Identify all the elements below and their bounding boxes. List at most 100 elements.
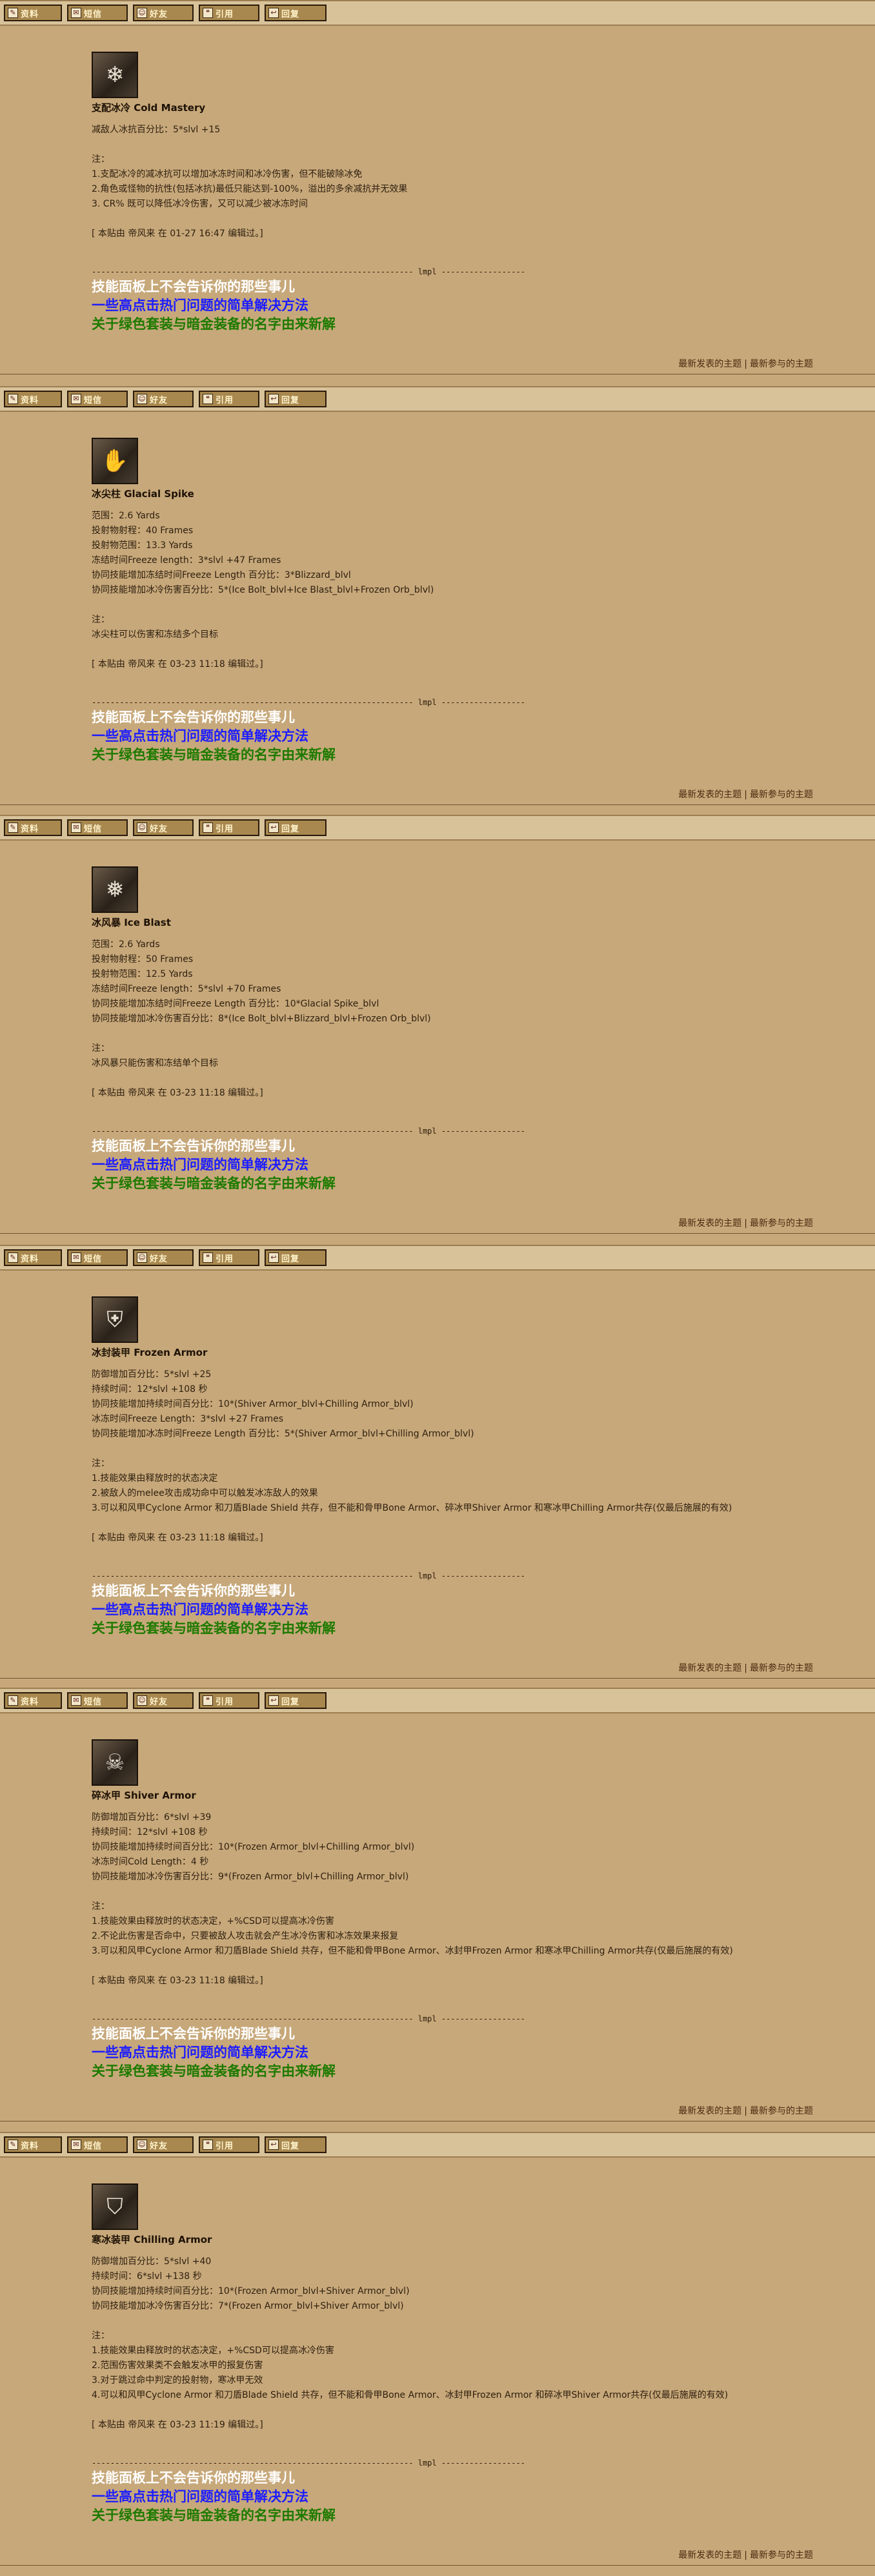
reference-button[interactable]: ❝ 引用 <box>199 1249 259 1266</box>
post-toolbar: ✎ 资料 ✉ 短信 ☺ 好友 ❝ 引用 ↩ 回复 <box>0 386 875 412</box>
reply-button[interactable]: ↩ 回复 <box>265 391 327 407</box>
signature-link[interactable]: 一些高点击热门问题的简单解决方法 <box>92 727 308 745</box>
message-button[interactable]: ✉ 短信 <box>67 391 128 407</box>
signature-link[interactable]: 技能面板上不会告诉你的那些事儿 <box>92 2025 295 2043</box>
friend-button[interactable]: ☺ 好友 <box>133 5 194 21</box>
reply-button[interactable]: ↩ 回复 <box>265 2136 327 2153</box>
signature-link[interactable]: 一些高点击热门问题的简单解决方法 <box>92 1156 308 1174</box>
signature-link[interactable]: 技能面板上不会告诉你的那些事儿 <box>92 1137 295 1155</box>
reply-icon: ↩ <box>268 394 279 404</box>
button-label: 资料 <box>21 1697 39 1707</box>
message-button[interactable]: ✉ 短信 <box>67 1249 128 1266</box>
reference-icon: ❝ <box>203 1695 213 1706</box>
latest-replies-link[interactable]: 最新参与的主题 <box>750 1663 813 1673</box>
latest-replies-link[interactable]: 最新参与的主题 <box>750 790 813 800</box>
quote-button[interactable]: ✎ 资料 <box>4 391 62 407</box>
signature-link[interactable]: 一些高点击热门问题的简单解决方法 <box>92 2488 308 2506</box>
description-line: 投射物范围：12.5 Yards <box>92 969 193 979</box>
button-label: 回复 <box>281 1254 300 1264</box>
reply-button[interactable]: ↩ 回复 <box>265 1249 327 1266</box>
description-line: 3.可以和风甲Cyclone Armor 和刀盾Blade Shield 共存，… <box>92 1946 733 1956</box>
button-label: 短信 <box>84 9 103 19</box>
button-label: 短信 <box>84 824 103 834</box>
signature-link[interactable]: 一些高点击热门问题的简单解决方法 <box>92 296 308 314</box>
quote-button[interactable]: ✎ 资料 <box>4 819 62 836</box>
quote-button[interactable]: ✎ 资料 <box>4 5 62 21</box>
edit-note: [ 本贴由 帝风来 在 03-23 11:19 编辑过。] <box>92 2420 263 2430</box>
skill-description: 范围：2.6 Yards 投射物射程：50 Frames 投射物范围：12.5 Ya… <box>92 937 866 1101</box>
latest-topics-link[interactable]: 最新发表的主题 <box>678 1218 741 1229</box>
signature-link[interactable]: 技能面板上不会告诉你的那些事儿 <box>92 708 295 726</box>
description-line: 注： <box>92 1901 110 1912</box>
description-line: 注： <box>92 1043 110 1054</box>
footer-links: 最新发表的主题 | 最新参与的主题 <box>678 788 813 801</box>
button-label: 引用 <box>216 2141 234 2151</box>
latest-topics-link[interactable]: 最新发表的主题 <box>678 790 741 800</box>
latest-replies-link[interactable]: 最新参与的主题 <box>750 2106 813 2116</box>
quote-icon: ✎ <box>8 823 18 833</box>
skill-title: 冰尖柱 Glacial Spike <box>92 488 194 500</box>
signature-link[interactable]: 关于绿色套装与暗金装备的名字由来新解 <box>92 2506 336 2524</box>
post-toolbar: ✎ 资料 ✉ 短信 ☺ 好友 ❝ 引用 ↩ 回复 <box>0 815 875 841</box>
description-line: 防御增加百分比：6*slvl +39 <box>92 1812 212 1823</box>
edit-note: [ 本贴由 帝风来 在 03-23 11:18 编辑过。] <box>92 659 263 670</box>
reference-button[interactable]: ❝ 引用 <box>199 2136 259 2153</box>
reference-button[interactable]: ❝ 引用 <box>199 1692 259 1709</box>
quote-button[interactable]: ✎ 资料 <box>4 1692 62 1709</box>
signature-link[interactable]: 一些高点击热门问题的简单解决方法 <box>92 2043 308 2061</box>
signature-link[interactable]: 关于绿色套装与暗金装备的名字由来新解 <box>92 1174 336 1192</box>
frozen-armor-icon: ⛨ <box>92 1296 138 1343</box>
description-line <box>92 1071 866 1086</box>
signature-link[interactable]: 技能面板上不会告诉你的那些事儿 <box>92 1582 295 1600</box>
description-line: 协同技能增加持续时间百分比：10*(Shiver Armor_blvl+Chil… <box>92 1399 414 1409</box>
reply-button[interactable]: ↩ 回复 <box>265 5 327 21</box>
button-label: 资料 <box>21 395 39 405</box>
signature-link[interactable]: 关于绿色套装与暗金装备的名字由来新解 <box>92 2062 336 2080</box>
quote-button[interactable]: ✎ 资料 <box>4 2136 62 2153</box>
latest-replies-link[interactable]: 最新参与的主题 <box>750 2550 813 2561</box>
latest-topics-link[interactable]: 最新发表的主题 <box>678 2550 741 2561</box>
description-line <box>92 1442 866 1457</box>
button-label: 好友 <box>150 9 168 19</box>
latest-replies-link[interactable]: 最新参与的主题 <box>750 359 813 369</box>
post-footer: 最新发表的主题 | 最新参与的主题 <box>0 1211 875 1234</box>
description-line: 冰尖柱可以伤害和冻结多个目标 <box>92 629 218 640</box>
reply-button[interactable]: ↩ 回复 <box>265 1692 327 1709</box>
message-button[interactable]: ✉ 短信 <box>67 5 128 21</box>
reference-button[interactable]: ❝ 引用 <box>199 391 259 407</box>
friend-button[interactable]: ☺ 好友 <box>133 1692 194 1709</box>
friend-button[interactable]: ☺ 好友 <box>133 1249 194 1266</box>
latest-replies-link[interactable]: 最新参与的主题 <box>750 1218 813 1229</box>
button-label: 引用 <box>216 1697 234 1707</box>
friend-button[interactable]: ☺ 好友 <box>133 2136 194 2153</box>
button-label: 资料 <box>21 824 39 834</box>
reference-button[interactable]: ❝ 引用 <box>199 5 259 21</box>
footer-links: 最新发表的主题 | 最新参与的主题 <box>678 2548 813 2561</box>
reply-button[interactable]: ↩ 回复 <box>265 819 327 836</box>
post-footer: 最新发表的主题 | 最新参与的主题 <box>0 1656 875 1679</box>
quote-button[interactable]: ✎ 资料 <box>4 1249 62 1266</box>
friend-button[interactable]: ☺ 好友 <box>133 819 194 836</box>
signature-link[interactable]: 技能面板上不会告诉你的那些事儿 <box>92 2469 295 2487</box>
message-button[interactable]: ✉ 短信 <box>67 819 128 836</box>
latest-topics-link[interactable]: 最新发表的主题 <box>678 2106 741 2116</box>
message-button[interactable]: ✉ 短信 <box>67 2136 128 2153</box>
signature-link[interactable]: 技能面板上不会告诉你的那些事儿 <box>92 278 295 296</box>
signature-link[interactable]: 关于绿色套装与暗金装备的名字由来新解 <box>92 1619 336 1637</box>
signature-link[interactable]: 一些高点击热门问题的简单解决方法 <box>92 1600 308 1619</box>
button-label: 短信 <box>84 395 103 405</box>
signature-link[interactable]: 关于绿色套装与暗金装备的名字由来新解 <box>92 315 336 333</box>
post-footer: 最新发表的主题 | 最新参与的主题 <box>0 2543 875 2566</box>
button-label: 引用 <box>216 395 234 405</box>
ice-blast-icon: ❅ <box>92 866 138 913</box>
latest-topics-link[interactable]: 最新发表的主题 <box>678 1663 741 1673</box>
description-line: 2.角色或怪物的抗性(包括冰抗)最低只能达到-100%，溢出的多余减抗并无效果 <box>92 184 408 194</box>
reference-button[interactable]: ❝ 引用 <box>199 819 259 836</box>
button-label: 资料 <box>21 1254 39 1264</box>
message-button[interactable]: ✉ 短信 <box>67 1692 128 1709</box>
description-line: 1.支配冰冷的减冰抗可以增加冰冻时间和冰冷伤害，但不能破除冰免 <box>92 169 363 179</box>
description-line <box>92 642 866 657</box>
signature-link[interactable]: 关于绿色套装与暗金装备的名字由来新解 <box>92 746 336 764</box>
friend-button[interactable]: ☺ 好友 <box>133 391 194 407</box>
latest-topics-link[interactable]: 最新发表的主题 <box>678 359 741 369</box>
